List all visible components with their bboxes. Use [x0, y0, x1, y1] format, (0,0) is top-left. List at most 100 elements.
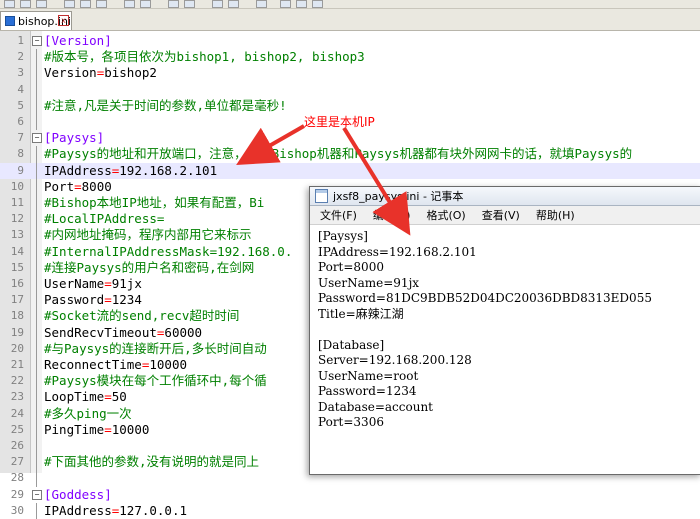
comment-text: #注意,凡是关于时间的参数,单位都是毫秒!: [44, 97, 287, 113]
fold-line: [36, 502, 37, 519]
editor-line[interactable]: 4: [0, 81, 700, 98]
play-macro-icon[interactable]: [312, 0, 323, 8]
line-code: LoopTime=50: [44, 389, 127, 405]
line-code: UserName=91jx: [44, 276, 142, 292]
line-code: SendRecvTimeout=60000: [44, 325, 202, 341]
new-file-icon[interactable]: [4, 0, 15, 8]
fold-line: [36, 324, 37, 341]
setting-key: LoopTime: [44, 389, 105, 405]
line-number: 10: [10, 179, 24, 193]
undo-icon[interactable]: [124, 0, 135, 8]
operator: =: [104, 276, 112, 291]
line-number: 26: [10, 439, 24, 452]
comment-text: #Paysys的地址和开放端口，注意，如果Bishop机器和Paysys机器都有…: [44, 146, 633, 162]
line-code: #下面其他的参数,没有说明的就是同上: [44, 454, 259, 470]
setting-key: IPAddress: [44, 502, 112, 518]
setting-key: UserName: [44, 276, 105, 291]
redo-icon[interactable]: [140, 0, 151, 8]
tab-bishop-ini[interactable]: bishop.ini x: [0, 11, 72, 30]
comment-text: #LocalIPAddress=: [44, 211, 165, 227]
fold-line: [36, 81, 37, 98]
zoom-out-icon[interactable]: [228, 0, 239, 8]
cut-icon[interactable]: [64, 0, 75, 8]
fold-toggle-icon[interactable]: −: [32, 36, 42, 46]
line-code: #连接Paysys的用户名和密码,在剑网: [44, 260, 254, 276]
setting-value: bishop2: [104, 65, 157, 81]
line-number: 23: [10, 390, 24, 404]
editor-line[interactable]: 8 #Paysys的地址和开放端口，注意，如果Bishop机器和Paysys机器都…: [0, 146, 700, 163]
editor-line[interactable]: 2 #版本号，各项目依次为bishop1, bishop2, bishop3: [0, 49, 700, 66]
fold-line: [36, 243, 37, 260]
setting-key: SendRecvTimeout: [44, 324, 157, 340]
save-icon[interactable]: [36, 0, 47, 8]
line-number: 14: [10, 244, 24, 258]
find-icon[interactable]: [168, 0, 179, 8]
record-macro-icon[interactable]: [280, 0, 291, 8]
setting-key: ReconnectTime: [44, 357, 142, 372]
fold-toggle-icon[interactable]: −: [32, 489, 42, 500]
setting-key: IPAddress: [44, 162, 112, 178]
fold-line: [36, 49, 37, 66]
line-code: #多久ping一次: [44, 406, 132, 422]
fold-line: [36, 146, 37, 163]
line-number: 21: [10, 358, 24, 371]
menu-view[interactable]: 查看(V): [482, 207, 520, 223]
setting-value: 10000: [111, 421, 150, 437]
section-header: [Goddess]: [44, 486, 112, 502]
paste-icon[interactable]: [96, 0, 107, 8]
line-code: [Goddess]: [44, 487, 112, 503]
notepad-title: jxsf8_paysys.ini - 记事本: [333, 190, 464, 203]
fold-toggle-icon[interactable]: −: [32, 133, 42, 144]
fold-line: [36, 65, 37, 82]
menu-edit[interactable]: 编辑(E): [373, 207, 411, 223]
copy-icon[interactable]: [80, 0, 91, 8]
menu-format[interactable]: 格式(O): [426, 207, 465, 223]
line-code: Version=bishop2: [44, 65, 157, 81]
line-number: 6: [17, 115, 24, 128]
editor-line[interactable]: 3 Version=bishop2: [0, 65, 700, 82]
current-line[interactable]: 9 IPAddress=192.168.2.101: [0, 162, 700, 179]
setting-value: 10000: [149, 357, 188, 372]
close-icon[interactable]: x: [58, 15, 69, 26]
editor-line[interactable]: 5 #注意,凡是关于时间的参数,单位都是毫秒!: [0, 97, 700, 114]
setting-value: 8000: [81, 178, 112, 194]
setting-key: PingTime: [44, 421, 105, 437]
line-number: 25: [10, 422, 24, 436]
setting-value: 91jx: [111, 276, 142, 291]
line-number: 12: [10, 212, 24, 226]
line-number: 24: [10, 406, 24, 420]
line-code: #InternalIPAddressMask=192.168.0.: [44, 244, 292, 260]
tab-bar: bishop.ini x: [0, 9, 700, 31]
notepad-title-bar[interactable]: jxsf8_paysys.ini - 记事本: [310, 187, 700, 206]
wrap-icon[interactable]: [256, 0, 267, 8]
editor-line[interactable]: 30 IPAddress=127.0.0.1: [0, 502, 700, 519]
line-number: 19: [10, 325, 24, 339]
notepad-menu-bar: 文件(F) 编辑(E) 格式(O) 查看(V) 帮助(H): [310, 206, 700, 225]
operator: =: [111, 502, 120, 518]
menu-file[interactable]: 文件(F): [320, 207, 357, 223]
line-number: 29: [10, 487, 24, 501]
editor-line[interactable]: 1− [Version]: [0, 33, 700, 49]
zoom-in-icon[interactable]: [212, 0, 223, 8]
line-code: [Paysys]: [44, 130, 104, 146]
notepad-window[interactable]: jxsf8_paysys.ini - 记事本 文件(F) 编辑(E) 格式(O)…: [309, 186, 700, 475]
line-code: IPAddress=192.168.2.101: [44, 163, 217, 179]
line-code: #与Paysys的连接断开后,多长时间自动: [44, 341, 267, 357]
comment-text: #InternalIPAddressMask=192.168.0.: [44, 243, 293, 259]
line-number: 13: [10, 228, 24, 242]
fold-line: [36, 421, 37, 438]
stop-macro-icon[interactable]: [296, 0, 307, 8]
line-number: 7: [17, 131, 24, 145]
replace-icon[interactable]: [184, 0, 195, 8]
save-icon: [5, 16, 15, 26]
line-code: #Bishop本地IP地址，如果有配置，Bi: [44, 195, 264, 211]
line-number: 4: [17, 82, 24, 96]
open-file-icon[interactable]: [20, 0, 31, 8]
notepad-text-area[interactable]: [Paysys] IPAddress=192.168.2.101 Port=80…: [318, 229, 698, 473]
annotation-label: 这里是本机IP: [304, 115, 375, 129]
editor-line[interactable]: 7− [Paysys]: [0, 130, 700, 146]
menu-help[interactable]: 帮助(H): [536, 207, 575, 223]
setting-key: Version: [44, 65, 97, 81]
operator: =: [104, 421, 112, 437]
editor-line[interactable]: 29− [Goddess]: [0, 487, 700, 503]
